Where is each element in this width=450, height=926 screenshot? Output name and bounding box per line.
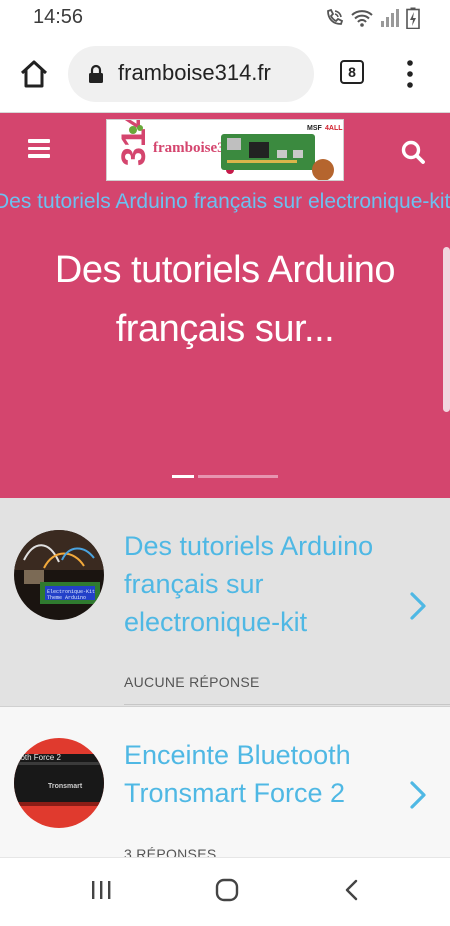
url-text[interactable]: framboise314.fr (118, 60, 271, 86)
browser-toolbar: framboise314.fr 8 (0, 36, 450, 113)
svg-text:Tronsmart: Tronsmart (48, 783, 83, 790)
more-vert-icon[interactable] (402, 58, 418, 90)
home-icon[interactable] (16, 56, 52, 92)
wifi-icon (351, 10, 373, 27)
hero-scrollbar[interactable] (443, 247, 450, 412)
post-item[interactable]: ooth Force 2 Tronsmart Enceinte Bluetoot… (0, 706, 450, 858)
site-logo[interactable]: 314 framboise314 MSF 4ALL (106, 119, 344, 181)
wifi-call-icon (327, 8, 344, 25)
svg-text:4ALL: 4ALL (325, 125, 343, 132)
home-circle-icon[interactable] (214, 878, 240, 902)
recent-apps-icon[interactable] (90, 878, 112, 902)
chevron-right-icon[interactable] (407, 590, 429, 622)
hamburger-menu-icon[interactable] (28, 139, 50, 161)
news-ticker[interactable]: Des tutoriels Arduino français sur elect… (0, 189, 450, 219)
site-header: 314 framboise314 MSF 4ALL (0, 113, 450, 189)
logo-image: 314 framboise314 MSF 4ALL (107, 120, 343, 180)
svg-text:Theme Arduino: Theme Arduino (47, 595, 86, 601)
search-icon[interactable] (400, 139, 426, 165)
post-meta[interactable]: AUCUNE RÉPONSE (124, 674, 260, 690)
address-bar[interactable]: framboise314.fr (68, 46, 314, 102)
status-bar: 14:56 (0, 0, 450, 36)
slider-indicator[interactable] (172, 475, 278, 478)
back-icon[interactable] (342, 878, 362, 902)
lock-icon (89, 64, 103, 83)
speaker-image: ooth Force 2 Tronsmart (14, 738, 104, 828)
post-thumbnail[interactable]: ooth Force 2 Tronsmart (14, 738, 104, 828)
tab-count: 8 (348, 64, 356, 80)
arduino-lcd-image: Electronique-Kit Theme Arduino (14, 530, 104, 620)
slider-indicator-active (172, 475, 194, 478)
status-time: 14:56 (33, 6, 84, 28)
system-nav-bar (0, 857, 450, 926)
tabs-icon[interactable]: 8 (340, 60, 364, 84)
chevron-right-icon[interactable] (407, 779, 429, 811)
battery-charging-icon (406, 7, 420, 29)
slider-indicator-track (198, 475, 278, 478)
ticker-text[interactable]: Des tutoriels Arduino français sur elect… (0, 190, 450, 214)
divider (124, 704, 450, 705)
post-title[interactable]: Des tutoriels Arduino français sur elect… (124, 527, 394, 641)
post-item[interactable]: Electronique-Kit Theme Arduino Des tutor… (0, 498, 450, 706)
post-title[interactable]: Enceinte Bluetooth Tronsmart Force 2 (124, 736, 394, 812)
hero-slider[interactable]: Des tutoriels Arduino français sur... (0, 219, 450, 498)
svg-text:MSF: MSF (307, 125, 323, 132)
signal-icon (381, 9, 399, 27)
post-thumbnail[interactable]: Electronique-Kit Theme Arduino (14, 530, 104, 620)
status-icons (324, 7, 420, 29)
hero-title[interactable]: Des tutoriels Arduino français sur... (30, 241, 420, 359)
svg-text:ooth Force 2: ooth Force 2 (16, 753, 61, 762)
